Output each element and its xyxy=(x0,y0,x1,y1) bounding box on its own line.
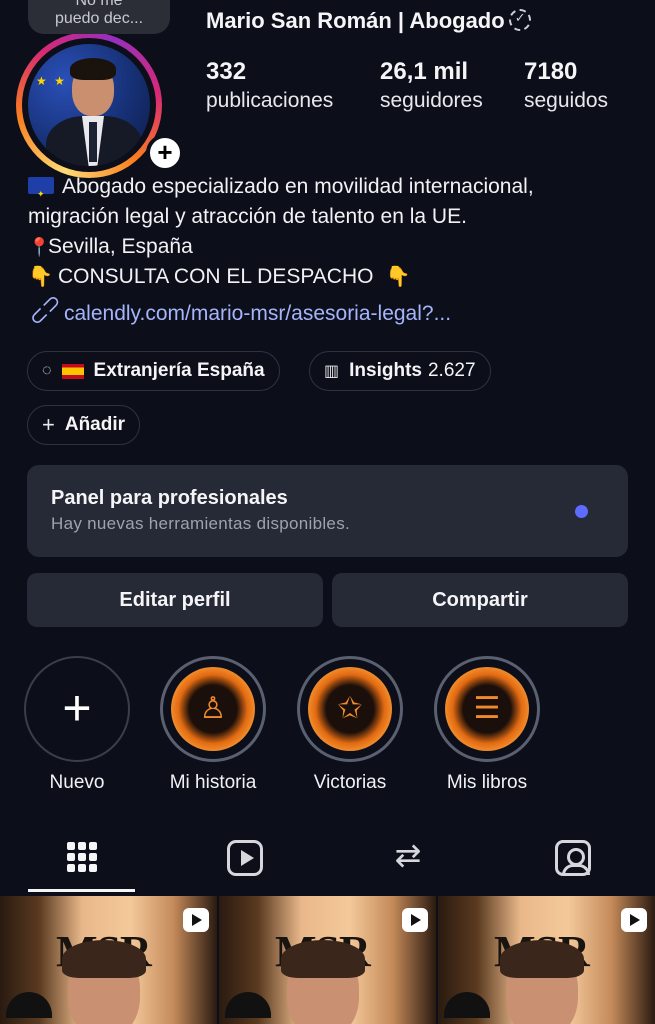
highlight-mis-libros[interactable]: ☰ Mis libros xyxy=(434,656,540,794)
bio-line-3: 📍Sevilla, España xyxy=(28,232,638,262)
highlight-new-circle[interactable]: + xyxy=(24,656,130,762)
professional-dashboard-panel[interactable]: Panel para profesionales Hay nuevas herr… xyxy=(27,465,628,557)
post-lamp xyxy=(444,992,490,1018)
repost-icon: ⇄ xyxy=(394,837,422,873)
highlight-mi-historia[interactable]: ♙ Mi historia xyxy=(160,656,266,794)
insights-chip-label: Insights xyxy=(349,360,422,381)
panel-subtitle: Hay nuevas herramientas disponibles. xyxy=(51,514,351,533)
post-lamp xyxy=(225,992,271,1018)
new-notification-dot xyxy=(575,505,588,518)
profile-header: ★ ★ + No me puedo dec... Mario San Román… xyxy=(0,0,655,178)
stat-following-value: 7180 xyxy=(524,58,578,85)
spain-flag-icon xyxy=(61,363,84,379)
edit-profile-button[interactable]: Editar perfil xyxy=(27,573,323,627)
eu-flag-icon xyxy=(28,177,54,209)
tagged-icon xyxy=(555,840,591,876)
highlight-mis-libros-circle[interactable]: ☰ xyxy=(434,656,540,762)
eu-flag-stars-icon: ★ ★ xyxy=(36,74,67,88)
active-tab-indicator xyxy=(28,889,135,892)
note-text-line2: puedo dec... xyxy=(54,10,144,27)
story-ring[interactable]: ★ ★ xyxy=(16,32,162,178)
bio-location-text: Sevilla, España xyxy=(48,235,193,258)
person-icon: ♙ xyxy=(199,692,227,725)
highlight-new[interactable]: + Nuevo xyxy=(24,656,130,794)
pointing-down-hand-icon: 👇 xyxy=(28,266,53,288)
avatar-tie xyxy=(89,122,97,162)
tab-posts-grid[interactable] xyxy=(52,834,112,882)
tab-tagged[interactable] xyxy=(543,834,603,882)
profile-name-text: Mario San Román | Abogado xyxy=(206,8,505,33)
profile-name: Mario San Román | Abogado xyxy=(206,8,531,34)
threads-chip[interactable]: ◌ Extranjería España xyxy=(27,351,280,391)
bio-cta-text: CONSULTA CON EL DESPACHO xyxy=(58,265,374,288)
post-hair xyxy=(500,940,584,978)
bio-line-2: migración legal y atracción de talento e… xyxy=(28,205,467,228)
link-chain-icon: ⊂⊃ xyxy=(22,287,67,332)
profile-note-bubble[interactable]: No me puedo dec... xyxy=(28,0,170,34)
stat-posts[interactable]: 332 publicaciones xyxy=(206,58,333,116)
add-chip[interactable]: + Añadir xyxy=(27,405,141,445)
reel-badge-icon xyxy=(621,908,647,932)
threads-chip-label: Extranjería España xyxy=(93,360,265,381)
bio-line-4: 👇 CONSULTA CON EL DESPACHO 👇 xyxy=(28,262,638,292)
verified-badge-icon xyxy=(508,9,531,31)
bio-line-1: Abogado especializado en movilidad inter… xyxy=(28,172,638,209)
profile-bio: Abogado especializado en movilidad inter… xyxy=(28,172,638,292)
stat-following[interactable]: 7180 seguidos xyxy=(524,58,608,116)
handshake-icon: ✩ xyxy=(337,692,363,725)
highlight-victorias-label: Victorias xyxy=(313,772,387,793)
bio-line-1-text: Abogado especializado en movilidad inter… xyxy=(62,175,534,198)
stat-posts-label: publicaciones xyxy=(206,89,334,112)
avatar-hair xyxy=(70,58,116,80)
post-thumbnail[interactable]: MSR xyxy=(0,896,217,1024)
insights-chip-count: 2.627 xyxy=(427,360,476,381)
plus-icon: + xyxy=(62,680,92,736)
insights-chip[interactable]: ▥ Insights 2.627 xyxy=(309,351,491,391)
bio-link-text[interactable]: calendly.com/mario-msr/asesoria-legal?..… xyxy=(64,302,451,325)
highlight-mi-historia-circle[interactable]: ♙ xyxy=(160,656,266,762)
insights-bar-chart-icon: ▥ xyxy=(324,363,340,380)
reel-badge-icon xyxy=(402,908,428,932)
share-profile-button[interactable]: Compartir xyxy=(332,573,628,627)
posts-grid: MSR MSR MSR xyxy=(0,896,655,1024)
avatar[interactable]: ★ ★ xyxy=(28,44,150,166)
post-hair xyxy=(281,940,365,978)
grid-icon xyxy=(67,842,97,872)
highlight-mi-historia-label: Mi historia xyxy=(169,772,257,793)
post-lamp xyxy=(6,992,52,1018)
post-hair xyxy=(62,940,146,978)
stat-posts-value: 332 xyxy=(206,58,247,85)
tab-reels[interactable] xyxy=(215,834,275,882)
post-thumbnail[interactable]: MSR xyxy=(438,896,655,1024)
plus-icon: + xyxy=(42,412,55,437)
highlight-victorias-circle[interactable]: ✩ xyxy=(297,656,403,762)
post-thumbnail[interactable]: MSR xyxy=(219,896,436,1024)
reel-badge-icon xyxy=(183,908,209,932)
reels-icon xyxy=(227,840,263,876)
add-story-plus-icon[interactable]: + xyxy=(146,134,184,172)
books-icon: ☰ xyxy=(473,692,501,725)
highlight-new-label: Nuevo xyxy=(49,772,105,793)
note-text-line1: No me xyxy=(75,0,123,9)
highlight-mis-libros-label: Mis libros xyxy=(446,772,528,793)
stat-followers[interactable]: 26,1 mil seguidores xyxy=(380,58,483,116)
pointing-down-hand-icon-2: 👇 xyxy=(385,266,411,288)
location-pin-icon: 📍 xyxy=(28,237,51,257)
avatar-border: ★ ★ xyxy=(22,38,156,172)
tab-reposts[interactable]: ⇄ xyxy=(378,834,438,882)
avatar-container[interactable]: ★ ★ + xyxy=(14,22,184,178)
profile-tabs: ⇄ xyxy=(0,826,655,894)
highlight-victorias[interactable]: ✩ Victorias xyxy=(297,656,403,794)
stat-following-label: seguidos xyxy=(524,89,609,112)
stat-followers-value: 26,1 mil xyxy=(380,58,469,85)
panel-title: Panel para profesionales xyxy=(51,487,288,509)
stat-followers-label: seguidores xyxy=(380,89,483,112)
threads-icon: ◌ xyxy=(42,362,52,379)
bio-link[interactable]: ⊂⊃calendly.com/mario-msr/asesoria-legal?… xyxy=(23,288,451,332)
add-chip-label: Añadir xyxy=(64,414,126,435)
